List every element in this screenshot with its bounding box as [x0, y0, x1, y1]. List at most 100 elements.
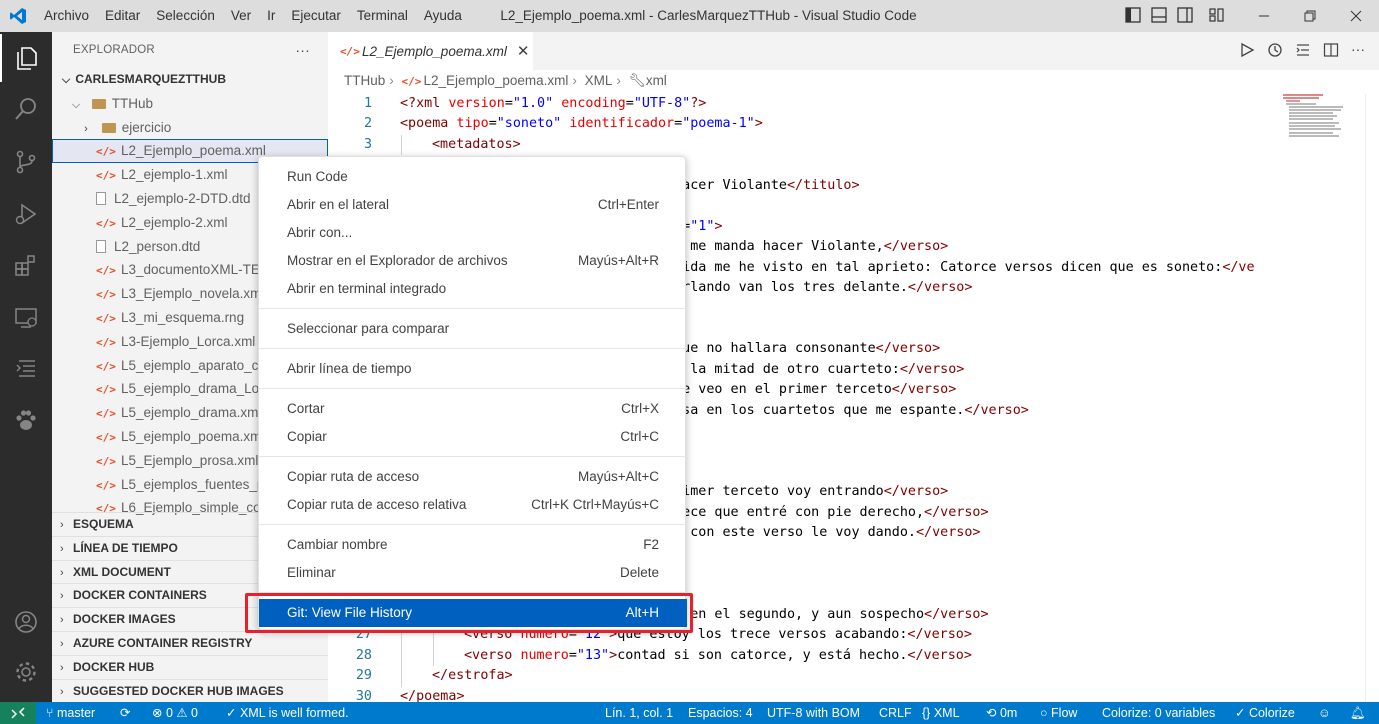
toggle-panel-icon[interactable] [1150, 6, 1168, 24]
menu-item-editar[interactable]: Editar [97, 0, 148, 32]
activity-bar [0, 32, 52, 702]
paw-icon[interactable] [0, 396, 52, 444]
remote-explorer-icon[interactable] [0, 294, 52, 342]
panel-header[interactable]: › SUGGESTED DOCKER HUB IMAGES [52, 678, 328, 702]
source-control-icon[interactable] [0, 138, 52, 186]
code-line: 30 </poema> [328, 687, 1288, 702]
context-menu-item[interactable]: Mostrar en el Explorador de archivos Mayú… [259, 247, 687, 275]
xml-file-icon: </> [340, 44, 360, 58]
menu-item-shortcut: F2 [643, 537, 659, 552]
more-actions-icon[interactable]: ··· [1351, 42, 1365, 61]
chevron-right-icon: › [60, 637, 64, 650]
context-menu-item[interactable]: Seleccionar para comparar [259, 315, 687, 343]
sync-icon[interactable]: ⟳ [120, 702, 130, 724]
code-token: </verso> [899, 361, 965, 377]
code-token: ?> [690, 96, 707, 111]
search-icon[interactable] [0, 85, 52, 133]
feedback-icon[interactable]: ☺︎ [1318, 702, 1331, 724]
customize-layout-icon[interactable] [1208, 6, 1226, 24]
context-menu-item[interactable]: Copiar Ctrl+C [259, 423, 687, 451]
vscode-logo-icon[interactable] [0, 0, 36, 32]
context-menu-item[interactable]: Cambiar nombre F2 [259, 531, 687, 559]
indentation[interactable]: Espacios: 4 [688, 702, 753, 724]
workspace-root[interactable]: ⌵ CARLESMARQUEZTTHUB [52, 68, 328, 92]
language-mode[interactable]: {} XML [922, 702, 960, 724]
menu-separator [259, 308, 687, 309]
context-menu-item[interactable]: Cortar Ctrl+X [259, 395, 687, 423]
explorer-icon[interactable] [0, 34, 52, 82]
code-token: = [625, 96, 634, 111]
minimap[interactable] [1283, 94, 1344, 144]
menu-bar: Archivo Editar Selección Ver Ir Ejecutar Termi… [36, 0, 470, 32]
context-menu-item[interactable]: Abrir en el lateral Ctrl+Enter [259, 191, 687, 219]
panel-header[interactable]: › AZURE CONTAINER REGISTRY [52, 630, 328, 655]
breadcrumb-item[interactable]: TTHub [344, 73, 385, 88]
split-editor-icon[interactable] [1323, 42, 1339, 61]
settings-gear-icon[interactable] [0, 648, 52, 696]
menu-item-archivo[interactable]: Archivo [36, 0, 97, 32]
vertical-scrollbar[interactable] [1365, 94, 1379, 702]
code-token: </verso> [883, 239, 949, 255]
run-debug-icon[interactable] [0, 190, 52, 238]
remote-indicator-icon[interactable] [0, 702, 36, 724]
git-branch[interactable]: ⑂ master [46, 702, 95, 724]
menu-item-terminal[interactable]: Terminal [349, 0, 416, 32]
code-token: </verso> [875, 341, 941, 357]
timer[interactable]: ⟲ 0m [986, 702, 1017, 724]
line-number: 29 [355, 668, 372, 684]
panel-label: XML DOCUMENT [73, 564, 171, 579]
notifications-bell-icon[interactable]: 🔔︎ [1350, 702, 1366, 724]
toggle-secondary-sidebar-icon[interactable] [1176, 6, 1194, 24]
run-icon[interactable] [1239, 42, 1255, 61]
context-menu-item[interactable]: Run Code [259, 163, 687, 191]
menu-item-ir[interactable]: Ir [259, 0, 283, 32]
context-menu-item[interactable]: Eliminar Delete [259, 559, 687, 587]
folder-tthub[interactable]: ⌵ TTHub [52, 92, 328, 116]
folder-ejercicio[interactable]: › ejercicio [52, 116, 328, 140]
more-actions-icon[interactable]: ··· [295, 32, 310, 68]
menu-item-label: Copiar ruta de acceso relativa [287, 497, 467, 512]
panel-header[interactable]: › DOCKER HUB [52, 654, 328, 679]
code-token: version [448, 96, 505, 111]
menu-item-ver[interactable]: Ver [223, 0, 259, 32]
file-encoding[interactable]: UTF-8 with BOM [767, 702, 860, 724]
colorize-toggle[interactable]: ✓ Colorize [1235, 702, 1295, 724]
cursor-position[interactable]: Lín. 1, col. 1 [605, 702, 673, 724]
file-label: L2_person.dtd [114, 238, 201, 254]
context-menu-item[interactable]: Copiar ruta de acceso relativa Ctrl+K Ctr… [259, 491, 687, 519]
file-label: L5_ejemplo_aparato_cu [121, 357, 266, 373]
problems-indicator[interactable]: ⊗ 0 ⚠ 0 [152, 702, 198, 724]
compare-changes-icon[interactable] [1295, 42, 1311, 61]
context-menu-item[interactable]: Abrir en terminal integrado [259, 275, 687, 303]
menu-item-seleccion[interactable]: Selección [148, 0, 223, 32]
toggle-sidebar-icon[interactable] [1124, 6, 1142, 24]
colorize-variables[interactable]: Colorize: 0 variables [1102, 702, 1215, 724]
end-of-line[interactable]: CRLF [879, 702, 912, 724]
menu-item-ejecutar[interactable]: Ejecutar [283, 0, 349, 32]
context-menu-item[interactable]: Abrir línea de tiempo [259, 355, 687, 383]
code-token: </verso> [915, 525, 981, 541]
xml-validation-status[interactable]: ✓ XML is well formed. [226, 702, 349, 724]
menu-item-ayuda[interactable]: Ayuda [416, 0, 470, 32]
line-number: 1 [363, 96, 372, 111]
account-icon[interactable] [0, 598, 52, 646]
close-window-icon[interactable] [1333, 0, 1379, 32]
extensions-icon[interactable] [0, 242, 52, 290]
context-menu-item[interactable]: Abrir con... [259, 219, 687, 247]
context-menu-item[interactable]: Copiar ruta de acceso Mayús+Alt+C [259, 463, 687, 491]
outline-list-icon[interactable] [0, 344, 52, 392]
timeline-history-icon[interactable] [1267, 42, 1283, 61]
flow-status[interactable]: ○ Flow [1040, 702, 1077, 724]
code-token: = [568, 647, 577, 663]
chevron-right-icon: › [60, 685, 64, 698]
restore-icon[interactable] [1287, 0, 1333, 32]
close-tab-icon[interactable]: ✕ [517, 42, 530, 60]
breadcrumb-item[interactable]: xml [646, 73, 667, 88]
breadcrumb-item[interactable]: L2_Ejemplo_poema.xml [424, 73, 569, 88]
breadcrumb-item[interactable]: XML [585, 73, 613, 88]
minimize-icon[interactable] [1241, 0, 1287, 32]
code-token: </estrofa> [432, 668, 513, 684]
tab-l2-ejemplo-poema[interactable]: </> L2_Ejemplo_poema.xml ✕ [328, 32, 533, 70]
layout-controls [1124, 6, 1226, 24]
file-label: L5_ejemplo_drama_Lop [121, 381, 267, 397]
